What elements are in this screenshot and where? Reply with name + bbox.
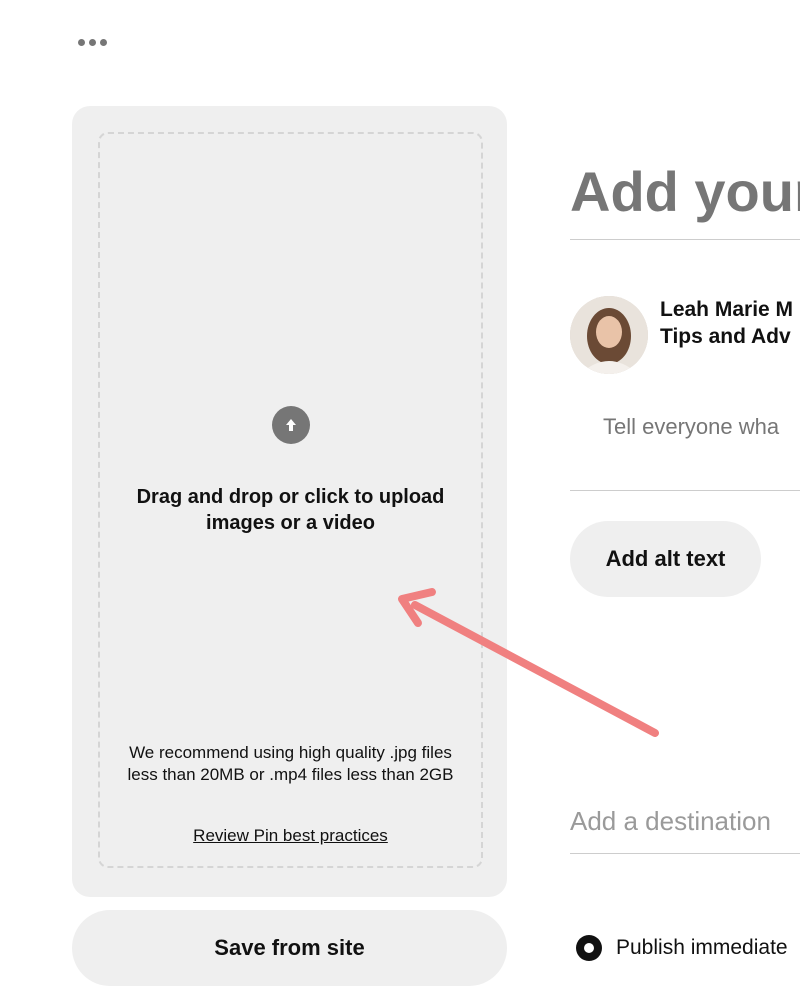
radio-selected-icon	[584, 943, 594, 953]
avatar	[570, 296, 648, 374]
annotation-arrow	[398, 588, 659, 737]
description-input[interactable]: Tell everyone wha	[603, 414, 800, 440]
more-options-button[interactable]	[72, 30, 112, 54]
upload-arrow-icon	[272, 406, 310, 444]
more-horizontal-icon	[77, 38, 85, 46]
publish-immediately-radio[interactable]	[576, 935, 602, 961]
publish-immediately-label: Publish immediate	[616, 936, 788, 959]
more-horizontal-icon-dot	[99, 38, 107, 46]
author-subtitle: Tips and Adv	[660, 325, 791, 348]
save-from-site-button[interactable]: Save from site	[72, 910, 507, 986]
author-name: Leah Marie M Tips and Adv	[660, 296, 800, 350]
pin-title-input[interactable]: Add your	[570, 152, 800, 240]
pin-builder-page: Drag and drop or click to upload images …	[0, 0, 800, 1000]
upload-dropzone[interactable]: Drag and drop or click to upload images …	[98, 132, 483, 868]
author-name-line: Leah Marie M	[660, 298, 794, 321]
more-horizontal-icon-dot	[88, 38, 96, 46]
best-practices-link[interactable]: Review Pin best practices	[100, 826, 481, 846]
upload-panel: Drag and drop or click to upload images …	[72, 106, 507, 897]
upload-instruction: Drag and drop or click to upload images …	[136, 486, 445, 534]
destination-link-input[interactable]: Add a destination	[570, 806, 800, 854]
divider	[570, 490, 800, 491]
